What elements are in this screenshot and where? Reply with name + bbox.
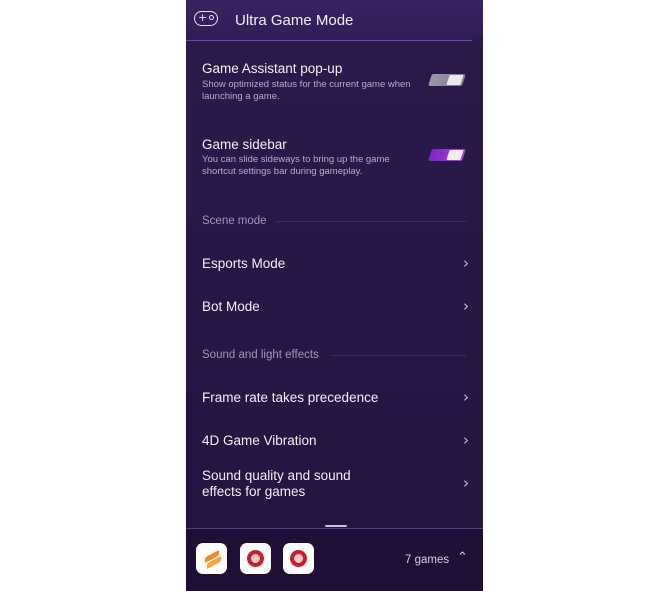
list-item-label: Sound quality and sound effects for game… (202, 468, 351, 499)
list-item-label: Frame rate takes precedence (202, 390, 379, 405)
setting-description: You can slide sideways to bring up the g… (202, 154, 390, 177)
app-logo (247, 550, 264, 567)
gamepad-icon[interactable]: + (194, 11, 218, 26)
game-sidebar-toggle[interactable] (428, 149, 466, 161)
app-logo (202, 550, 224, 569)
chevron-up-icon[interactable]: ⌃ (457, 550, 468, 565)
page-title: Ultra Game Mode (235, 12, 354, 29)
setting-title: Game Assistant pop-up (202, 61, 343, 76)
app-logo (290, 550, 307, 567)
game-shelf: 7 games ⌃ (186, 528, 483, 591)
toggle-knob (446, 75, 464, 85)
list-item-label: 4D Game Vibration (202, 433, 317, 448)
drawer-handle[interactable] (325, 525, 347, 527)
chevron-right-icon: › (463, 297, 469, 315)
list-item-label: Esports Mode (202, 256, 286, 271)
toggle-knob (446, 150, 464, 160)
phone-screen: + Ultra Game Mode Game Assistant pop-up … (186, 0, 483, 591)
section-divider (276, 221, 466, 222)
plus-glyph: + (198, 11, 208, 24)
chevron-right-icon: › (463, 474, 469, 492)
dot-glyph (209, 15, 214, 20)
chevron-right-icon: › (463, 254, 469, 272)
setting-title: Game sidebar (202, 137, 287, 152)
section-label-scene-mode: Scene mode (202, 215, 267, 227)
swift-app-icon[interactable] (196, 543, 227, 574)
top-bar: + Ultra Game Mode (186, 0, 483, 41)
section-label-sound-light: Sound and light effects (202, 349, 319, 361)
setting-description: Show optimized status for the current ga… (202, 79, 411, 102)
games-count[interactable]: 7 games (405, 554, 449, 566)
game-app-icon[interactable] (283, 543, 314, 574)
list-item-label: Bot Mode (202, 299, 260, 314)
section-divider (331, 355, 466, 356)
chevron-right-icon: › (463, 431, 469, 449)
game-assistant-toggle[interactable] (428, 74, 466, 86)
chevron-right-icon: › (463, 388, 469, 406)
game-app-icon[interactable] (240, 543, 271, 574)
